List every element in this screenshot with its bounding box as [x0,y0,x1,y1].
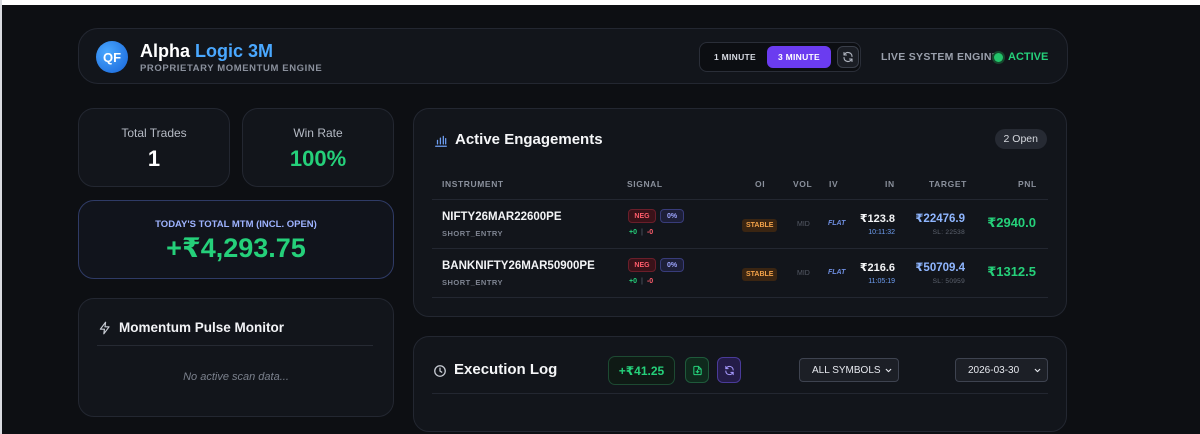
chevron-down-icon [885,368,892,373]
signal-separator: | [640,278,643,285]
win-rate-card: Win Rate 100% [242,108,394,187]
mtm-label: TODAY'S TOTAL MTM (INCL. OPEN) [155,219,317,230]
chevron-down-icon [1034,368,1041,373]
row-divider [432,297,1048,298]
symbol-filter-select[interactable]: ALL SYMBOLS [799,358,899,382]
app-title: Alpha Logic 3M [140,41,273,62]
active-engagements-card: Active Engagements 2 Open INSTRUMENT SIG… [413,108,1067,317]
bar-chart-icon [435,135,447,147]
stop-loss: SL: 50959 [932,278,965,285]
signal-counts: +0 | -0 [629,229,653,236]
engine-status-dot [994,53,1003,62]
target-price: ₹22476.9 [915,213,965,225]
browser-top-strip [0,0,1200,434]
signal-badge: NEG [628,258,656,272]
engine-label: LIVE SYSTEM ENGINE [881,51,1000,63]
pulse-title: Momentum Pulse Monitor [119,320,284,335]
total-trades-label: Total Trades [121,126,187,140]
col-target: TARGET [929,179,967,189]
signal-plus: +0 [629,278,637,285]
timeframe-1-minute-button[interactable]: 1 MINUTE [704,46,766,68]
signal-pct-badge: 0% [660,258,684,272]
date-filter-value: 2026-03-30 [968,364,1020,376]
signal-minus: -0 [646,229,654,236]
momentum-pulse-card: Momentum Pulse Monitor No active scan da… [78,298,394,417]
open-count-badge: 2 Open [994,129,1047,149]
mtm-card: TODAY'S TOTAL MTM (INCL. OPEN) +₹4,293.7… [78,200,394,279]
instrument-name: NIFTY26MAR22600PE [442,211,562,223]
app-subtitle: PROPRIETARY MOMENTUM ENGINE [140,63,323,74]
total-trades-value: 1 [147,146,161,171]
oi-badge: STABLE [742,219,778,232]
pnl-value: ₹2940.0 [987,215,1036,230]
col-instrument: INSTRUMENT [442,179,504,189]
vol-value: MID [797,221,810,228]
signal-counts: +0 | -0 [629,278,653,285]
col-pnl: PNL [1018,179,1037,189]
date-filter-select[interactable]: 2026-03-30 [955,358,1048,382]
win-rate-value: 100% [289,146,347,171]
signal-minus: -0 [646,278,654,285]
col-oi: OI [755,179,766,189]
refresh-log-button[interactable] [717,357,741,383]
signal-badge: NEG [628,209,656,223]
clock-icon [434,365,446,377]
execution-log-title: Execution Log [454,361,558,378]
pulse-divider [97,345,373,346]
lightning-icon [99,321,110,335]
instrument-name: BANKNIFTY26MAR50900PE [442,260,595,272]
target-price: ₹50709.4 [915,262,965,274]
pnl-value: ₹1312.5 [987,264,1036,279]
engine-status: ACTIVE [1008,51,1049,63]
stop-loss: SL: 22538 [932,229,965,236]
app-header: QF Alpha Logic 3M PROPRIETARY MOMENTUM E… [78,28,1068,84]
header-refresh-button[interactable] [837,46,859,68]
total-trades-card: Total Trades 1 [78,108,230,187]
instrument-sub: SHORT_ENTRY [442,278,504,287]
symbol-filter-value: ALL SYMBOLS [812,364,881,376]
header-divider [432,199,1048,200]
file-export-icon [692,365,702,375]
oi-badge: STABLE [742,268,778,281]
mtm-value: +₹4,293.75 [166,233,306,263]
refresh-icon [843,51,853,63]
export-log-button[interactable] [685,357,709,383]
app-title-part2: Logic 3M [195,41,274,61]
col-iv: IV [829,179,839,189]
pulse-empty-text: No active scan data... [183,371,289,383]
col-signal: SIGNAL [627,179,663,189]
app-title-part1: Alpha [140,41,191,61]
qf-logo-icon: QF [96,41,128,73]
instrument-sub: SHORT_ENTRY [442,229,504,238]
vol-value: MID [797,270,810,277]
win-rate-label: Win Rate [293,126,343,140]
row-divider [432,248,1048,249]
window-edge [0,0,2,434]
logo-text: QF [102,49,122,65]
execution-pnl-badge: +₹41.25 [608,356,675,385]
signal-separator: | [640,229,643,236]
col-vol: VOL [793,179,813,189]
execution-log-divider [432,393,1048,394]
refresh-icon [724,365,734,375]
col-in: IN [885,179,895,189]
engagements-title: Active Engagements [455,131,603,148]
execution-log-card: Execution Log +₹41.25 ALL SYMBOLS 2026-0… [413,336,1067,432]
signal-pct-badge: 0% [660,209,684,223]
signal-plus: +0 [629,229,637,236]
timeframe-3-minute-button[interactable]: 3 MINUTE [767,46,831,68]
